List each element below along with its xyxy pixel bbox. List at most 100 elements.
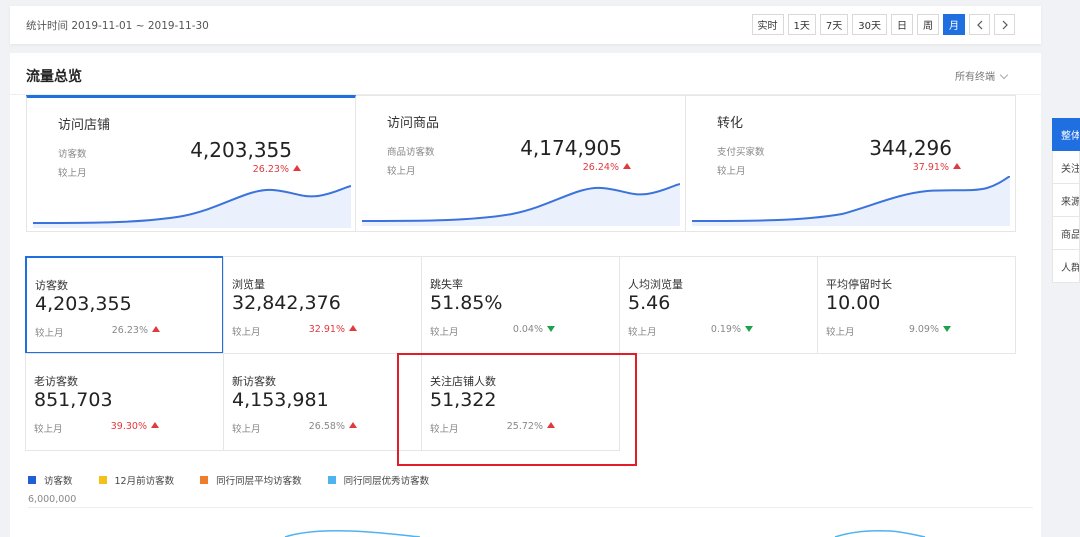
overview-card-store-visits[interactable]: 访问店铺 访客数 较上月 4,203,355 26.23% [26,95,356,232]
metric-value: 5.46 [628,292,671,314]
metric-compare: 较上月 [232,424,261,435]
metric-pct: 0.19% [710,324,741,335]
arrow-up-icon [349,325,357,331]
legend-label: 访客数 [44,476,73,487]
chevron-left-icon [976,20,982,29]
sparkline-store-visits [33,185,351,228]
overview-card-compare: 较上月 [387,166,416,177]
legend-label: 12月前访客数 [114,476,175,487]
overview-card-compare: 较上月 [58,168,87,179]
metric-compare: 较上月 [826,327,855,338]
metric-change: 0.19% [703,324,753,335]
metric-tile-pageviews[interactable]: 浏览量 32,842,376 较上月 32.91% [223,256,422,354]
metric-pct: 26.23% [111,325,148,336]
overview-card-value: 4,203,355 [190,138,292,162]
metric-value: 32,842,376 [232,292,341,314]
panel-title: 流量总览 [26,69,82,85]
range-1day-button[interactable]: 1天 [787,14,816,35]
metric-tile-returning-visitors[interactable]: 老访客数 851,703 较上月 39.30% [25,353,224,451]
next-period-button[interactable] [994,14,1015,35]
metric-value: 51.85% [430,292,503,314]
arrow-up-icon [293,165,301,171]
overview-cards: 访问店铺 访客数 较上月 4,203,355 26.23% 访问商品 商品访客数… [26,95,1016,232]
metric-title: 跳失率 [430,278,463,291]
metric-pct: 0.04% [512,324,543,335]
range-30day-button[interactable]: 30天 [852,14,887,35]
arrow-down-icon [943,326,951,332]
overview-card-label: 访客数 [58,149,87,160]
range-realtime-button[interactable]: 实时 [751,14,784,35]
metric-tile-avg-duration[interactable]: 平均停留时长 10.00 较上月 9.09% [817,256,1016,354]
arrow-up-icon [151,422,159,428]
overview-card-value: 344,296 [869,136,952,160]
overview-card-pct: 26.23% [252,164,289,175]
range-month-button[interactable]: 月 [943,14,965,35]
metric-tile-new-visitors[interactable]: 新访客数 4,153,981 较上月 26.58% [223,353,422,451]
metric-compare: 较上月 [34,424,63,435]
stats-time: 统计时间 2019-11-01 ~ 2019-11-30 [26,20,209,32]
chevron-down-icon [999,70,1009,80]
metric-pct: 32.91% [308,324,345,335]
sparkline-product-visits [362,183,680,226]
side-tab-overall[interactable]: 整体 [1052,118,1080,151]
metric-title: 访客数 [35,279,68,292]
metric-title: 人均浏览量 [628,278,683,291]
overview-card-title: 访问商品 [387,116,440,131]
metric-title: 新访客数 [232,375,276,388]
legend-label: 同行同层平均访客数 [216,476,302,487]
metric-pct: 9.09% [908,324,939,335]
side-tab-product[interactable]: 商品 [1052,217,1080,250]
metric-tile-bounce-rate[interactable]: 跳失率 51.85% 较上月 0.04% [421,256,620,354]
sparkline-conversion [692,176,1010,226]
overview-card-label: 商品访客数 [387,147,435,158]
top-bar: 统计时间 2019-11-01 ~ 2019-11-30 实时 1天 7天 30… [10,6,1041,44]
overview-card-label: 支付买家数 [717,147,765,158]
metric-pct: 26.58% [308,421,345,432]
arrow-up-icon [623,163,631,169]
metric-change: 0.04% [505,324,555,335]
range-7day-button[interactable]: 7天 [819,14,849,35]
legend-item-peer-excellent[interactable]: 同行同层优秀访客数 [327,473,430,487]
metric-title: 浏览量 [232,278,265,291]
overview-card-compare: 较上月 [717,166,746,177]
overview-card-title: 访问店铺 [58,118,111,133]
legend-item-peer-average[interactable]: 同行同层平均访客数 [200,473,302,487]
legend-swatch [200,476,209,484]
metric-value: 10.00 [826,292,881,314]
arrow-up-icon [953,163,961,169]
metric-tile-avg-pageviews[interactable]: 人均浏览量 5.46 较上月 0.19% [619,256,818,354]
overview-card-value: 4,174,905 [520,136,622,160]
legend-swatch [98,476,107,484]
metric-compare: 较上月 [232,327,261,338]
metric-change: 39.30% [109,421,159,432]
range-buttons: 实时 1天 7天 30天 日 周 月 [751,14,1015,35]
metric-title: 平均停留时长 [826,278,892,291]
metric-tile-visitors[interactable]: 访客数 4,203,355 较上月 26.23% [25,256,224,354]
overview-card-change: 37.91% [913,162,961,173]
chevron-right-icon [1002,20,1008,29]
overview-card-product-visits[interactable]: 访问商品 商品访客数 较上月 4,174,905 26.24% [356,95,686,232]
range-week-button[interactable]: 周 [917,14,939,35]
overview-card-pct: 37.91% [912,162,949,173]
legend-swatch [28,476,36,484]
legend-item-visitors[interactable]: 访客数 [28,473,73,487]
metric-change: 32.91% [307,324,357,335]
side-tab-audience[interactable]: 人群 [1052,250,1080,283]
side-tabs: 整体 关注 来源 商品 人群 [1052,118,1080,283]
legend-label: 同行同层优秀访客数 [343,476,430,487]
metric-pct: 39.30% [110,421,147,432]
chart-legend: 访客数 12月前访客数 同行同层平均访客数 同行同层优秀访客数 [28,473,455,487]
metric-value: 4,153,981 [232,389,329,411]
overview-card-change: 26.24% [583,162,631,173]
side-tab-follow[interactable]: 关注 [1052,151,1080,184]
metric-compare: 较上月 [628,327,657,338]
prev-period-button[interactable] [969,14,990,35]
legend-item-prev-visitors[interactable]: 12月前访客数 [98,473,175,487]
metric-compare: 较上月 [35,328,64,339]
arrow-up-icon [349,422,357,428]
arrow-down-icon [547,326,555,332]
range-day-button[interactable]: 日 [891,14,913,35]
terminal-filter-dropdown[interactable]: 所有终端 [955,68,1009,83]
overview-card-conversion[interactable]: 转化 支付买家数 较上月 344,296 37.91% [686,95,1016,232]
side-tab-source[interactable]: 来源 [1052,184,1080,217]
